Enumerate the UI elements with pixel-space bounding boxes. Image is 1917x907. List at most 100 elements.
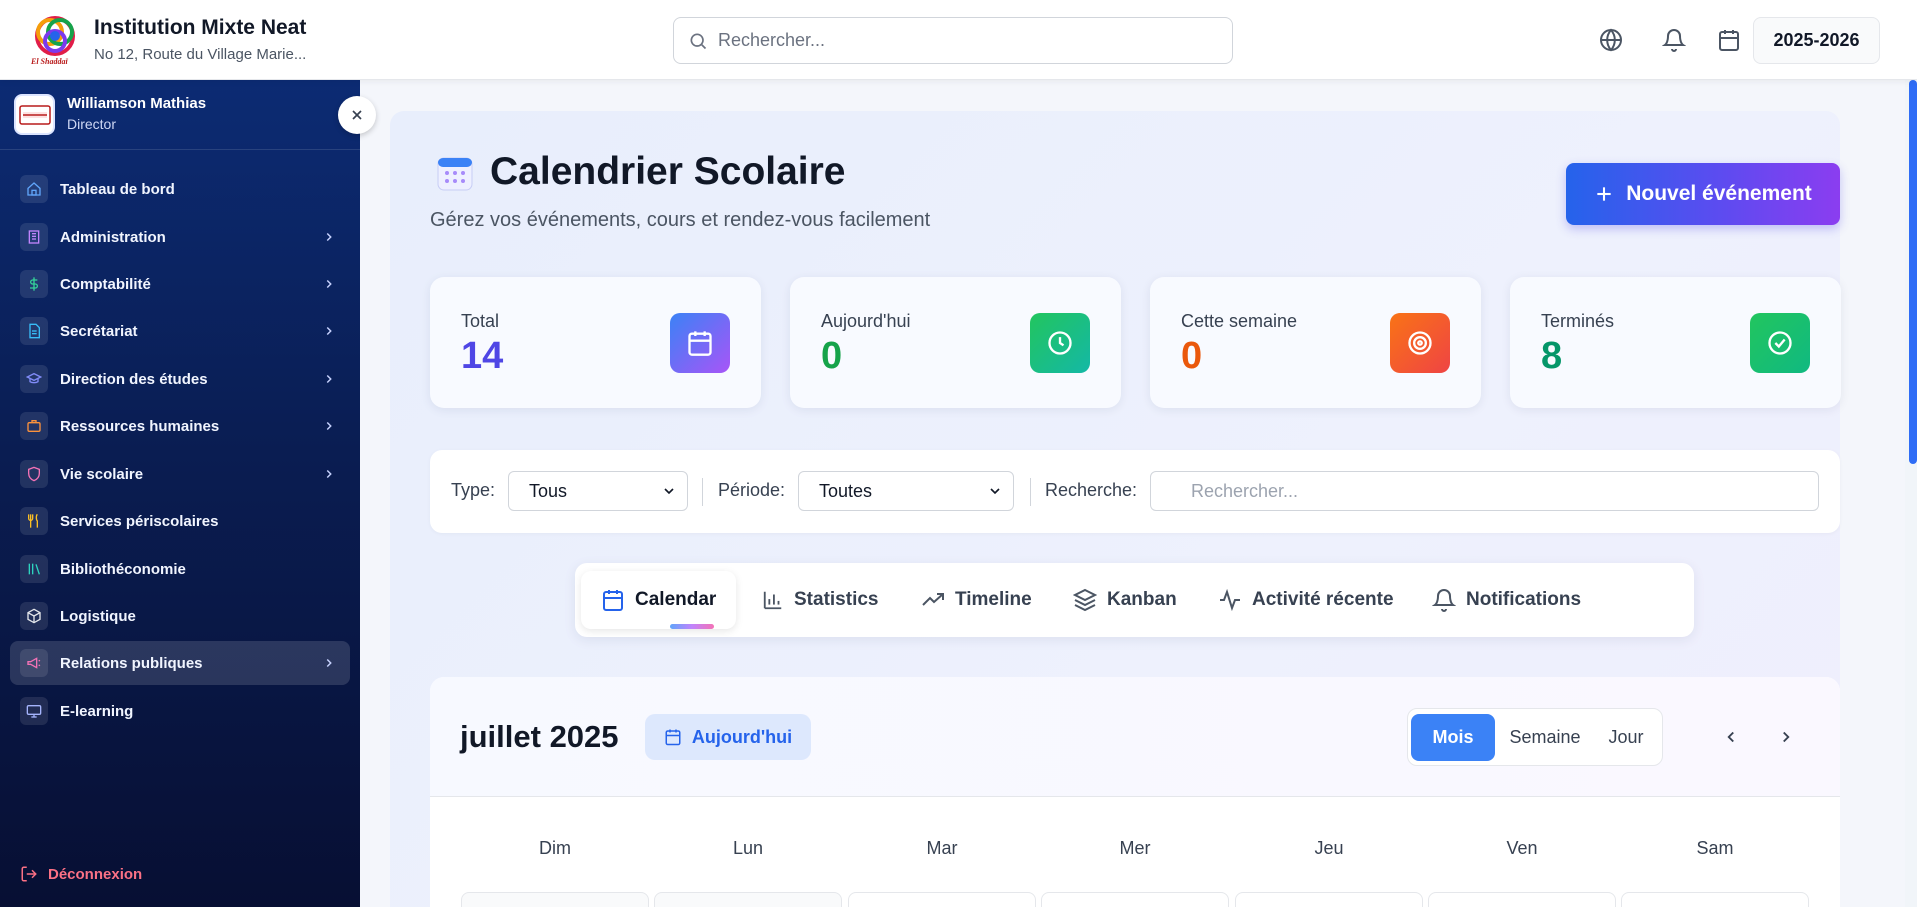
calendar-day-cell[interactable] xyxy=(848,892,1036,907)
sidebar-item-tableau-de-bord[interactable]: Tableau de bord xyxy=(10,167,350,211)
calendar-panel: juillet 2025 Aujourd'hui Mois Semaine Jo… xyxy=(430,677,1840,907)
weekday-header: Mer xyxy=(1119,838,1151,858)
calendar-icon xyxy=(603,590,623,611)
tab-label: Timeline xyxy=(955,589,1032,610)
briefcase-icon xyxy=(20,412,48,440)
package-icon xyxy=(20,602,48,630)
active-tab-indicator xyxy=(670,624,714,629)
check-circle-icon xyxy=(1750,313,1810,373)
calendar-day-cell[interactable] xyxy=(654,892,842,907)
sidebar-item-vie-scolaire[interactable]: Vie scolaire xyxy=(10,452,350,496)
home-icon xyxy=(20,175,48,203)
view-day-button[interactable]: Jour xyxy=(1593,714,1659,761)
chevron-right-icon xyxy=(322,467,336,481)
sidebar-item-e-learning[interactable]: E-learning xyxy=(10,689,350,733)
calendar-day-cell[interactable] xyxy=(1621,892,1809,907)
filter-divider xyxy=(1030,478,1031,506)
global-search-input[interactable] xyxy=(718,30,1198,51)
logout-label: Déconnexion xyxy=(48,865,143,883)
sidebar-item-label: Relations publiques xyxy=(60,654,203,672)
school-year-selector[interactable]: 2025-2026 xyxy=(1753,17,1880,64)
sidebar-item-services-periscolaires[interactable]: Services périscolaires xyxy=(10,499,350,543)
building-icon xyxy=(20,223,48,251)
today-button[interactable]: Aujourd'hui xyxy=(645,714,811,760)
logout-button[interactable]: Déconnexion xyxy=(20,865,142,883)
type-filter-select[interactable]: Tous xyxy=(508,471,688,511)
sidebar-item-administration[interactable]: Administration xyxy=(10,215,350,259)
previous-month-button[interactable] xyxy=(1716,722,1746,752)
stat-value: 0 xyxy=(1181,335,1203,377)
calendar-day-cell[interactable] xyxy=(1235,892,1423,907)
next-month-button[interactable] xyxy=(1771,722,1801,752)
weekday-header: Sam xyxy=(1696,838,1734,858)
sidebar-item-secretariat[interactable]: Secrétariat xyxy=(10,309,350,353)
type-filter-label: Type: xyxy=(451,480,496,500)
stat-label: Aujourd'hui xyxy=(821,311,911,331)
scrollbar-thumb[interactable] xyxy=(1909,80,1917,464)
sidebar-item-label: Bibliothéconomie xyxy=(60,560,186,578)
trending-up-icon xyxy=(922,593,944,606)
stat-value: 0 xyxy=(821,335,843,377)
sidebar-item-label: Logistique xyxy=(60,607,136,625)
global-search[interactable] xyxy=(673,17,1233,64)
user-role: Director xyxy=(67,116,117,132)
calendar-day-cell[interactable] xyxy=(461,892,649,907)
chevron-right-icon xyxy=(322,372,336,386)
month-title: juillet 2025 xyxy=(460,719,619,754)
new-event-button[interactable]: Nouvel événement xyxy=(1566,163,1840,225)
chevron-right-icon xyxy=(322,230,336,244)
plus-icon xyxy=(1597,187,1611,201)
page-title: Calendrier Scolaire xyxy=(490,150,846,193)
tab-timeline[interactable]: Timeline xyxy=(921,571,1032,629)
svg-text:El Shaddaï: El Shaddaï xyxy=(30,57,68,66)
chevron-down-icon xyxy=(661,483,677,499)
calendar-day-cell[interactable] xyxy=(1428,892,1616,907)
institution-name: Institution Mixte Neat xyxy=(94,16,307,39)
new-event-label: Nouvel événement xyxy=(1626,182,1812,205)
tab-label: Calendar xyxy=(635,589,717,610)
period-filter-label: Période: xyxy=(718,480,786,500)
target-icon xyxy=(1390,313,1450,373)
filter-divider xyxy=(702,478,703,506)
calendar-icon[interactable] xyxy=(1713,24,1745,56)
top-header: El Shaddaï Institution Mixte Neat No 12,… xyxy=(0,0,1917,80)
sidebar-item-label: Direction des études xyxy=(60,370,208,388)
sidebar-item-direction-des-etudes[interactable]: Direction des études xyxy=(10,357,350,401)
event-search-field[interactable] xyxy=(1150,471,1819,511)
view-tabs: Calendar Statistics Timeline Kanban Acti… xyxy=(575,563,1694,637)
calendar-title-icon xyxy=(437,157,473,191)
clock-icon xyxy=(1030,313,1090,373)
tab-label: Activité récente xyxy=(1252,589,1394,610)
tab-calendar[interactable]: Calendar xyxy=(581,571,737,629)
filter-bar: Type: Tous Période: Toutes Recherche: xyxy=(430,450,1840,533)
tab-recent-activity[interactable]: Activité récente xyxy=(1218,571,1394,629)
sidebar-item-relations-publiques[interactable]: Relations publiques xyxy=(10,641,350,685)
sidebar-item-logistique[interactable]: Logistique xyxy=(10,594,350,638)
view-week-button[interactable]: Semaine xyxy=(1500,714,1590,761)
stat-value: 8 xyxy=(1541,335,1563,377)
close-sidebar-button[interactable] xyxy=(338,96,376,134)
search-filter-label: Recherche: xyxy=(1045,480,1138,500)
chevron-right-icon xyxy=(322,277,336,291)
stat-label: Cette semaine xyxy=(1181,311,1298,331)
tab-label: Statistics xyxy=(794,589,879,610)
bell-icon[interactable] xyxy=(1658,24,1690,56)
view-switcher: Mois Semaine Jour xyxy=(1407,708,1663,766)
tab-notifications[interactable]: Notifications xyxy=(1432,571,1581,629)
calendar-header: juillet 2025 Aujourd'hui Mois Semaine Jo… xyxy=(430,677,1840,797)
sidebar-item-label: E-learning xyxy=(60,702,134,720)
sidebar-item-comptabilite[interactable]: Comptabilité xyxy=(10,262,350,306)
tab-kanban[interactable]: Kanban xyxy=(1073,571,1177,629)
event-search-input[interactable] xyxy=(1191,481,1791,502)
sidebar-item-ressources-humaines[interactable]: Ressources humaines xyxy=(10,404,350,448)
period-filter-select[interactable]: Toutes xyxy=(798,471,1014,511)
view-month-button[interactable]: Mois xyxy=(1411,714,1495,761)
megaphone-icon xyxy=(20,649,48,677)
chevron-down-icon xyxy=(987,483,1003,499)
tab-statistics[interactable]: Statistics xyxy=(762,571,878,629)
utensils-icon xyxy=(20,507,48,535)
calendar-day-cell[interactable] xyxy=(1041,892,1229,907)
sidebar-item-bibliotheconomie[interactable]: Bibliothéconomie xyxy=(10,547,350,591)
globe-icon[interactable] xyxy=(1595,24,1627,56)
sidebar-item-label: Ressources humaines xyxy=(60,417,220,435)
